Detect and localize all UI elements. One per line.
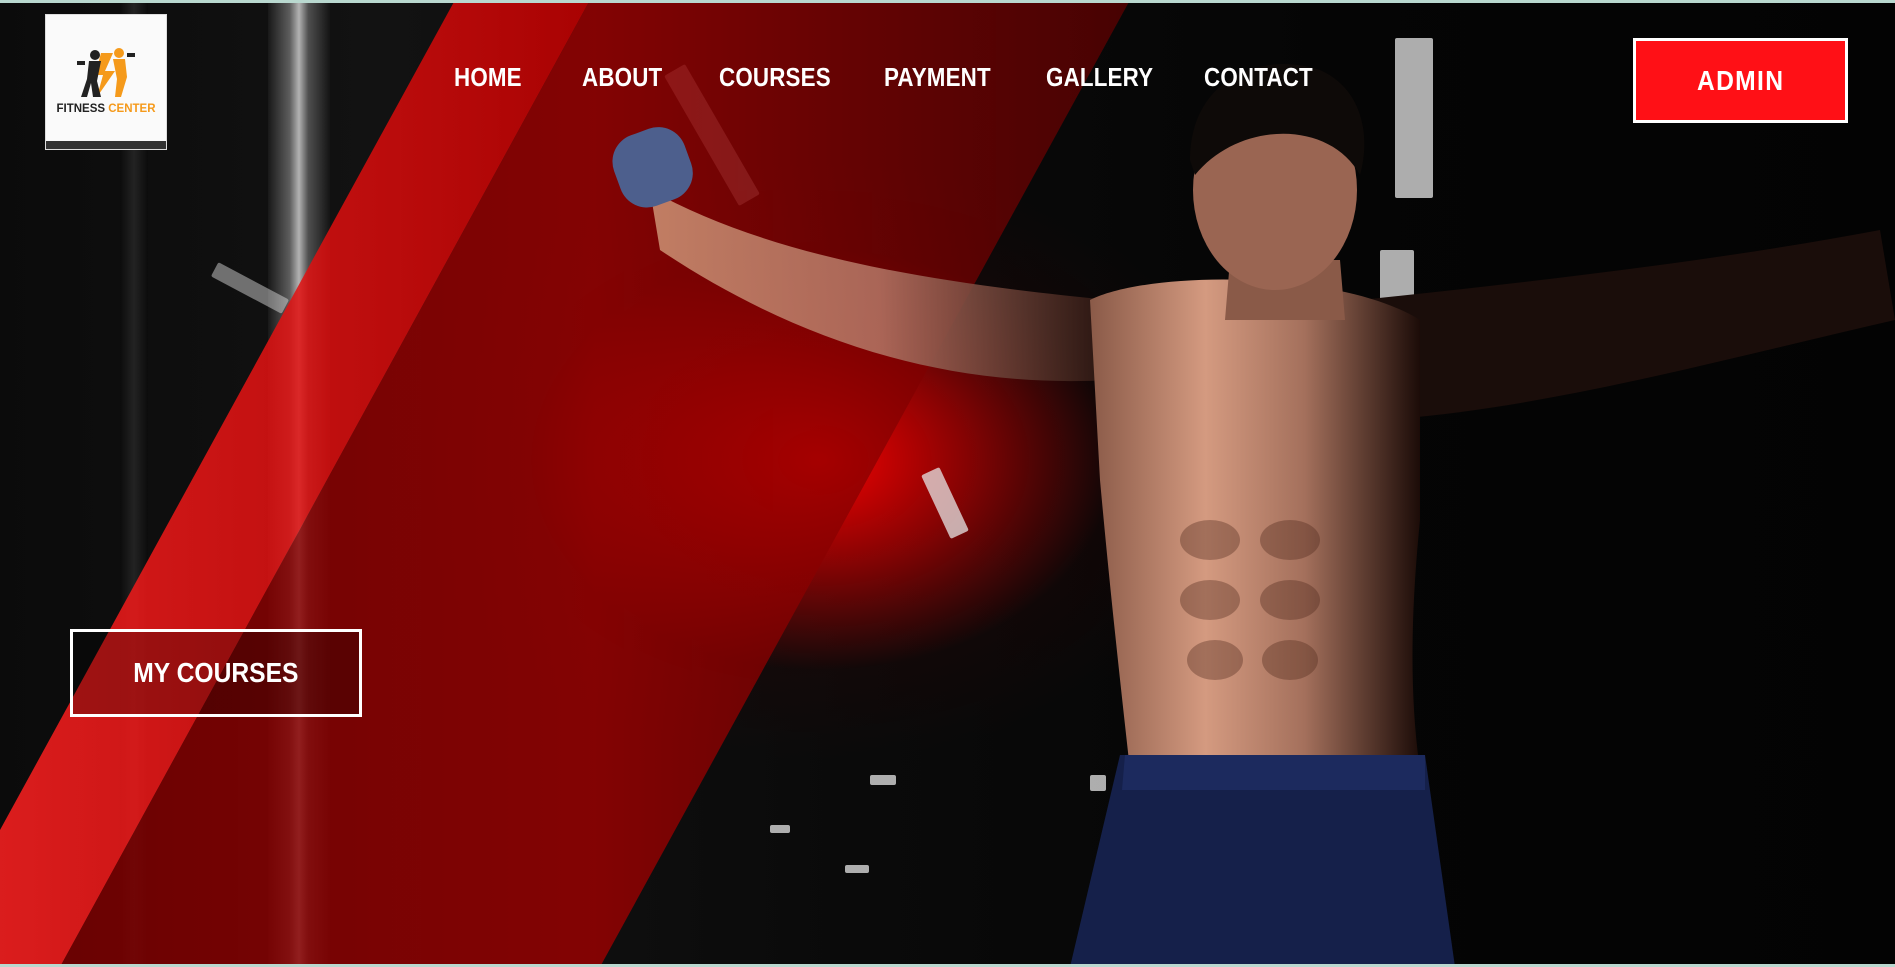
nav-contact[interactable]: CONTACT <box>1204 62 1313 93</box>
nav-payment[interactable]: PAYMENT <box>884 62 991 93</box>
logo-wordmark: FITNESS CENTER <box>56 103 155 115</box>
fitness-figures-logo-icon <box>77 48 135 97</box>
floor-light <box>1090 775 1106 791</box>
my-courses-button-label: MY COURSES <box>133 657 299 688</box>
page: FITNESS CENTER HOME ABOUT COURSES PAYMEN… <box>0 0 1895 967</box>
logo-word-center: CENTER <box>108 103 156 115</box>
floor-light <box>770 825 790 833</box>
nav-home[interactable]: HOME <box>454 62 522 93</box>
ceiling-light <box>1395 38 1433 198</box>
ceiling-light <box>1380 250 1414 310</box>
top-border <box>0 0 1895 3</box>
nav-gallery[interactable]: GALLERY <box>1046 62 1153 93</box>
gym-cable-column <box>268 0 330 967</box>
admin-button-label: ADMIN <box>1696 64 1785 96</box>
admin-button[interactable]: ADMIN <box>1633 38 1848 123</box>
floor-light <box>845 865 869 873</box>
my-courses-button[interactable]: MY COURSES <box>70 629 362 717</box>
nav-courses[interactable]: COURSES <box>719 62 831 93</box>
floor-light <box>870 775 896 785</box>
site-logo[interactable]: FITNESS CENTER <box>45 14 167 150</box>
logo-footer-strip <box>46 141 166 149</box>
nav-about[interactable]: ABOUT <box>582 62 662 93</box>
logo-word-fitness: FITNESS <box>56 103 106 115</box>
